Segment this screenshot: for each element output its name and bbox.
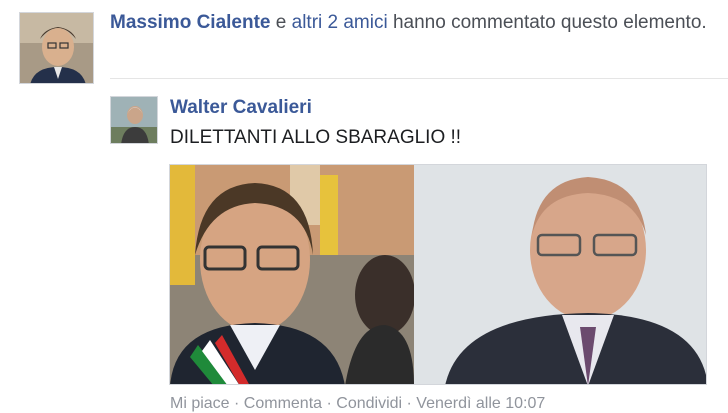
actor-name-link[interactable]: Massimo Cialente xyxy=(110,12,271,33)
author-avatar[interactable] xyxy=(110,96,158,144)
commenter-avatar[interactable] xyxy=(19,12,94,84)
post-author: Walter Cavalieri xyxy=(170,96,312,120)
others-link[interactable]: altri 2 amici xyxy=(292,12,388,33)
author-photo xyxy=(111,97,157,143)
post-actions[interactable]: Mi piace · Commenta · Condividi · Venerd… xyxy=(170,395,545,413)
divider xyxy=(110,78,728,79)
post-photo[interactable] xyxy=(169,164,707,385)
photo-collage xyxy=(170,165,706,384)
author-name-link[interactable]: Walter Cavalieri xyxy=(170,97,312,118)
commenter-photo xyxy=(20,13,93,83)
notification-suffix: hanno commentato questo elemento. xyxy=(387,12,707,33)
post-text: DILETTANTI ALLO SBARAGLIO !! xyxy=(170,127,462,148)
connector-text: e xyxy=(270,12,292,33)
notification-text: Massimo Cialente e altri 2 amici hanno c… xyxy=(110,10,710,36)
